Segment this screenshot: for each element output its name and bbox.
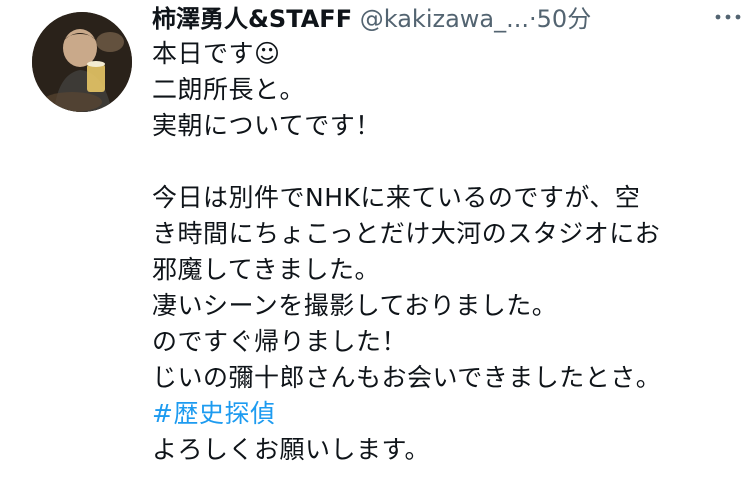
user-handle[interactable]: @kakizawa_... bbox=[360, 5, 529, 33]
tweet-line: 実朝についてです！ bbox=[152, 111, 381, 140]
more-horizontal-icon[interactable] bbox=[708, 0, 748, 34]
tweet-header: 柿澤勇人&STAFF @kakizawa_...·50分 bbox=[152, 2, 742, 36]
tweet-line: 邪魔してきました。 bbox=[152, 255, 381, 284]
tweet-text: 本日です☺︎ 二朗所長と。 実朝についてです！ 今日は別件でNHKに来ているので… bbox=[152, 36, 732, 468]
tweet-line: 凄いシーンを撮影しておりました。 bbox=[152, 291, 558, 320]
hashtag-link[interactable]: #歴史探偵 bbox=[152, 396, 732, 432]
display-name[interactable]: 柿澤勇人&STAFF bbox=[152, 5, 352, 33]
tweet-line: 二朗所長と。 bbox=[152, 75, 306, 104]
tweet-time[interactable]: 50分 bbox=[537, 5, 592, 33]
tweet-line: よろしくお願いします。 bbox=[152, 435, 431, 464]
tweet-line: じいの彌十郎さんもお会いできましたとさ。 bbox=[152, 363, 662, 392]
tweet[interactable]: 柿澤勇人&STAFF @kakizawa_...·50分 本日です☺︎ 二朗所長… bbox=[0, 0, 750, 500]
separator-dot: · bbox=[529, 5, 537, 33]
tweet-line: き時間にちょこっとだけ大河のスタジオにお bbox=[152, 219, 661, 248]
tweet-line: のですぐ帰りました！ bbox=[152, 327, 408, 356]
tweet-line: 本日です☺︎ bbox=[152, 39, 281, 68]
avatar-photo bbox=[32, 12, 132, 112]
avatar[interactable] bbox=[32, 12, 132, 112]
tweet-line: 今日は別件でNHKに来ているのですが、空 bbox=[152, 183, 641, 212]
